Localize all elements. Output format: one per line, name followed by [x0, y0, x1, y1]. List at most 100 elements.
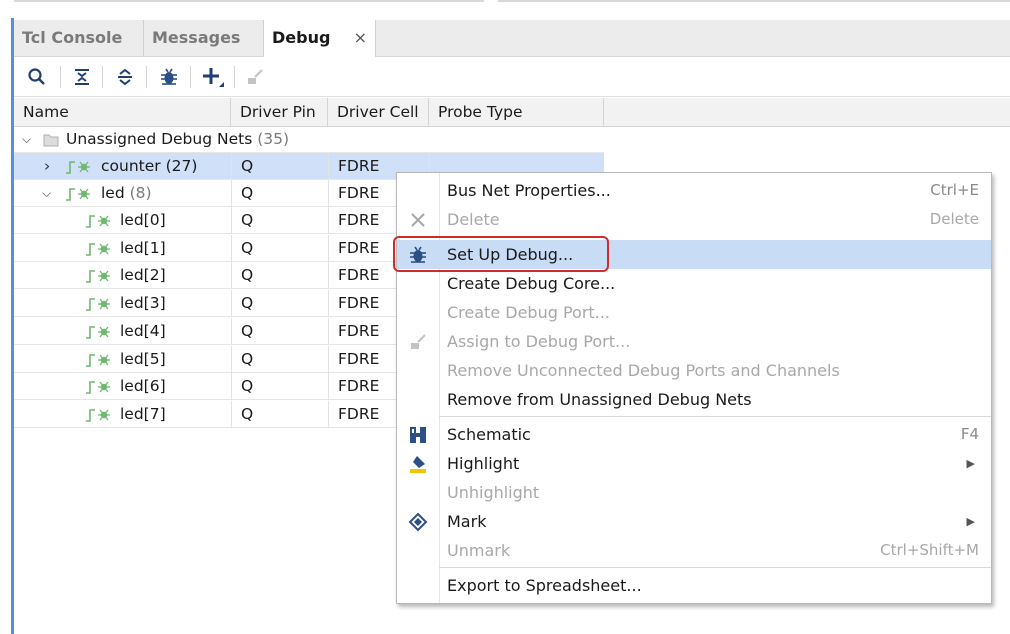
column-header-name[interactable]: Name: [14, 98, 231, 126]
menu-item-label: Remove Unconnected Debug Ports and Chann…: [447, 361, 840, 380]
menu-item-label: Remove from Unassigned Debug Nets: [447, 390, 752, 409]
add-button[interactable]: [200, 64, 226, 90]
net-name: counter: [101, 157, 161, 175]
menu-item-label: Unmark: [447, 541, 511, 560]
folder-icon: [43, 134, 59, 147]
driver-pin: Q: [241, 294, 254, 313]
column-divider: [231, 317, 232, 345]
menu-item-label: Schematic: [447, 425, 531, 444]
menu-item-create-debug-port[interactable]: Create Debug Port...: [397, 298, 991, 327]
driver-cell: FDRE: [338, 211, 380, 229]
tree-root-row[interactable]: ⌵ Unassigned Debug Nets (35): [14, 126, 604, 153]
column-divider: [231, 153, 232, 180]
menu-separator: [439, 567, 991, 568]
menu-item-shortcut: Ctrl+Shift+M: [880, 541, 979, 559]
menu-item-label: Unhighlight: [447, 483, 540, 502]
search-button[interactable]: [24, 64, 50, 90]
menu-item-bus-net-properties[interactable]: Bus Net Properties... Ctrl+E: [397, 176, 991, 205]
menu-item-shortcut: F4: [960, 425, 979, 443]
close-tab-icon[interactable]: ×: [354, 20, 367, 56]
tree-root-text: Unassigned Debug Nets (35): [66, 126, 289, 153]
menu-item-unhighlight[interactable]: Unhighlight: [397, 478, 991, 507]
add-icon: [203, 68, 224, 87]
expand-all-button[interactable]: [112, 64, 138, 90]
menu-item-label: Create Debug Port...: [447, 303, 610, 322]
menu-item-export-to-spreadsheet[interactable]: Export to Spreadsheet...: [397, 571, 991, 600]
tab-label: Tcl Console: [22, 28, 123, 47]
toolbar: [14, 58, 1010, 97]
menu-item-shortcut: Delete: [929, 210, 979, 228]
net-icon: [86, 270, 110, 284]
net-count: (8): [129, 184, 152, 202]
column-divider: [328, 290, 329, 318]
column-header-driver-pin[interactable]: Driver Pin: [231, 98, 328, 126]
toolbar-separator: [146, 66, 147, 88]
chevron-down-icon[interactable]: ⌵: [42, 180, 51, 207]
menu-item-assign-to-debug-port[interactable]: Assign to Debug Port...: [397, 327, 991, 356]
net-name: led[3]: [120, 294, 166, 313]
menu-separator: [439, 416, 991, 417]
assign-button[interactable]: [242, 64, 268, 90]
collapse-all-button[interactable]: [69, 64, 95, 90]
column-header-driver-cell[interactable]: Driver Cell: [328, 98, 429, 126]
tab-label: Messages: [152, 28, 241, 47]
net-name: led[6]: [120, 377, 166, 396]
top-strip: [0, 0, 1010, 14]
context-menu: Bus Net Properties... Ctrl+E Delete Dele…: [396, 172, 992, 604]
driver-cell: FDRE: [338, 157, 380, 175]
assign-icon: [407, 331, 429, 353]
menu-item-remove-unconnected-ports[interactable]: Remove Unconnected Debug Ports and Chann…: [397, 356, 991, 385]
tab-tcl-console[interactable]: Tcl Console: [14, 20, 144, 56]
column-divider: [328, 207, 329, 234]
column-divider: [231, 290, 232, 318]
highlight-icon: [407, 453, 429, 475]
menu-item-highlight[interactable]: Highlight ▶: [397, 449, 991, 478]
menu-item-schematic[interactable]: Schematic F4: [397, 420, 991, 449]
menu-item-label: Bus Net Properties...: [447, 181, 611, 200]
menu-item-unmark[interactable]: Unmark Ctrl+Shift+M: [397, 536, 991, 565]
driver-pin: Q: [241, 377, 254, 396]
setup-debug-button[interactable]: [156, 64, 182, 90]
menu-item-label: Set Up Debug...: [447, 245, 574, 264]
net-icon: [86, 381, 110, 394]
top-divider-right: [498, 0, 1010, 2]
column-divider: [328, 262, 329, 290]
driver-cell: FDRE: [338, 238, 380, 257]
mark-icon: [407, 511, 429, 533]
tab-messages[interactable]: Messages: [144, 20, 264, 56]
net-icon: [86, 353, 110, 367]
driver-pin: Q: [241, 404, 254, 423]
net-icon: [86, 242, 110, 256]
submenu-arrow-icon: ▶: [966, 515, 975, 528]
menu-item-label: Mark: [447, 512, 487, 531]
delete-x-icon: [407, 209, 429, 231]
top-divider-left: [14, 0, 484, 2]
menu-item-delete[interactable]: Delete Delete: [397, 205, 991, 234]
tree-root-count: (35): [257, 130, 290, 148]
column-divider: [231, 345, 232, 373]
driver-pin: Q: [241, 321, 254, 340]
chevron-right-icon[interactable]: ›: [44, 153, 50, 180]
toolbar-separator: [60, 66, 61, 88]
menu-item-label: Delete: [447, 210, 500, 229]
driver-cell: FDRE: [338, 349, 380, 368]
menu-item-set-up-debug[interactable]: Set Up Debug...: [397, 240, 991, 269]
menu-item-create-debug-core[interactable]: Create Debug Core...: [397, 269, 991, 298]
column-divider: [328, 153, 329, 180]
toolbar-separator: [234, 66, 235, 88]
driver-pin: Q: [241, 238, 254, 257]
menu-item-remove-from-unassigned[interactable]: Remove from Unassigned Debug Nets: [397, 385, 991, 414]
column-header-probe-type[interactable]: Probe Type: [429, 98, 604, 126]
toolbar-separator: [190, 66, 191, 88]
driver-cell: FDRE: [338, 404, 380, 423]
tab-debug[interactable]: Debug ×: [264, 20, 376, 57]
submenu-arrow-icon: ▶: [966, 457, 975, 470]
net-name-text: led (8): [101, 180, 152, 207]
net-name: led[5]: [120, 349, 166, 368]
driver-cell: FDRE: [338, 377, 380, 396]
menu-item-label: Assign to Debug Port...: [447, 332, 631, 351]
chevron-down-icon[interactable]: ⌵: [22, 126, 31, 153]
driver-cell: FDRE: [338, 294, 380, 313]
driver-pin: Q: [241, 184, 254, 202]
menu-item-mark[interactable]: Mark ▶: [397, 507, 991, 536]
